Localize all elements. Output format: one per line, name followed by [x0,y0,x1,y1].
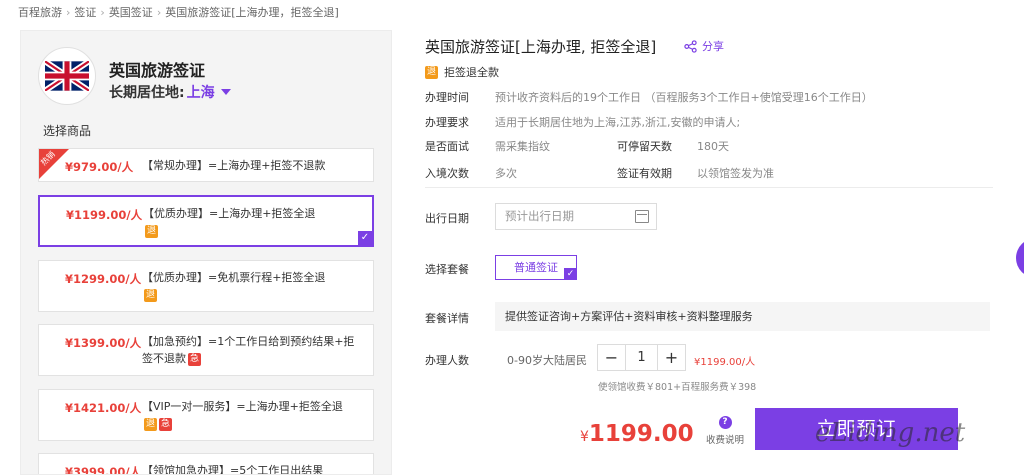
residence-selector[interactable]: 长期居住地: 上海 [109,82,231,102]
option-price: ¥1421.00/人 [65,401,142,415]
info-key: 办理要求 [425,116,469,129]
unit-price: ¥1199.00/人 [694,357,756,368]
chevron-right-icon: › [66,6,71,19]
urgent-tag: 急 [188,352,201,366]
info-value: 以领馆签发为准 [697,167,774,180]
product-option-selected[interactable]: ¥1199.00/人 【优质办理】=上海办理+拒签全退退 ✓ [38,195,374,247]
uk-flag-icon [38,47,96,105]
info-key: 入境次数 [425,167,469,180]
breadcrumb-uk-visa[interactable]: 英国签证 [109,6,153,19]
quantity-stepper: − 1 + [597,344,686,371]
breadcrumb-visa[interactable]: 签证 [74,6,96,19]
people-desc: 0-90岁大陆居民 [507,354,587,367]
refund-text: 拒签退全款 [444,66,499,79]
share-button[interactable]: 分享 [684,38,724,54]
refund-tag: 退 [144,417,157,431]
calendar-icon[interactable] [635,210,649,223]
caret-down-icon[interactable] [220,89,231,95]
option-desc: 【加急预约】=1个工作日给到预约结果+拒签不退款急 [142,333,357,367]
floating-widget[interactable] [1016,238,1024,278]
currency-symbol: ¥ [580,429,589,445]
option-price: ¥1399.00/人 [65,336,142,350]
info-value: 多次 [495,167,517,180]
package-detail-label: 套餐详情 [425,312,469,325]
checkmark-icon: ✓ [358,231,372,245]
package-option-selected[interactable]: 普通签证 ✓ [495,255,577,280]
package-detail: 提供签证咨询+方案评估+资料审核+资料整理服务 [495,302,990,331]
info-key: 办理时间 [425,91,469,104]
chevron-right-icon: › [156,6,162,19]
option-price: ¥1299.00/人 [65,272,142,286]
question-icon: ? [718,416,732,429]
product-option[interactable]: ¥3999.00/人 【领馆加急办理】=5个工作日出结果 [38,453,374,475]
total-amount: 1199.00 [588,421,694,447]
residence-label: 长期居住地: [109,85,185,101]
product-option[interactable]: ¥1421.00/人 【VIP一对一服务】=上海办理+拒签全退退急 [38,389,374,441]
chevron-right-icon: › [100,6,105,19]
product-option[interactable]: 热销 ¥979.00/人 【常规办理】=上海办理+拒签不退款 [38,148,374,182]
refund-tag: 退 [145,224,158,238]
info-value: 适用于长期居住地为上海,江苏,浙江,安徽的申请人; [495,116,741,129]
option-desc: 【优质办理】=上海办理+拒签全退退 [143,205,358,239]
minus-button[interactable]: − [598,345,625,370]
refund-tag: 退 [425,65,438,79]
select-product-label: 选择商品 [43,124,92,138]
fee-breakdown: 使领馆收费￥801+百程服务费￥398 [598,382,757,393]
share-label: 分享 [702,40,724,53]
share-icon [684,39,697,53]
package-option-label: 普通签证 [514,261,558,274]
option-desc-text: 【加急预约】=1个工作日给到预约结果+拒签不退款 [142,335,355,365]
option-desc: 【领馆加急办理】=5个工作日出结果 [142,464,324,475]
urgent-tag: 急 [159,417,172,431]
refund-tag: 退 [144,288,157,302]
watermark: eLiding.net [815,418,966,448]
breadcrumb: 百程旅游 › 签证 › 英国签证 › 英国旅游签证[上海办理，拒签全退] [18,4,339,20]
fee-help-label: 收费说明 [705,435,744,446]
option-price: ¥1199.00/人 [66,208,143,222]
option-desc: 【VIP一对一服务】=上海办理+拒签全退退急 [142,398,357,432]
fee-help-link[interactable]: ? 收费说明 [702,416,748,446]
checkmark-icon: ✓ [564,268,577,280]
info-value: 180天 [697,140,729,153]
product-title: 英国旅游签证 [109,61,206,80]
detail-title: 英国旅游签证[上海办理, 拒签全退] [425,38,657,56]
quantity-input[interactable]: 1 [625,345,658,370]
divider [425,187,993,188]
breadcrumb-current: 英国旅游签证[上海办理，拒签全退] [165,6,339,19]
info-value: 预计收齐资料后的19个工作日 （百程服务3个工作日+使馆受理16个工作日） [495,91,873,104]
total-price: ¥1199.00 [580,421,694,447]
option-desc-text: 【优质办理】=上海办理+拒签全退 [143,207,316,220]
info-value: 需采集指纹 [495,140,550,153]
option-desc-text: 【VIP一对一服务】=上海办理+拒签全退 [142,400,343,413]
info-key: 签证有效期 [617,167,672,180]
info-key: 可停留天数 [617,140,672,153]
option-price: ¥3999.00/人 [65,465,142,475]
breadcrumb-home[interactable]: 百程旅游 [18,6,62,19]
option-desc: 【常规办理】=上海办理+拒签不退款 [142,159,326,172]
option-price: ¥979.00/人 [65,160,134,174]
info-key: 是否面试 [425,140,469,153]
package-label: 选择套餐 [425,263,469,276]
option-desc: 【优质办理】=免机票行程+拒签全退退 [142,269,357,303]
product-selector-panel: 英国旅游签证 长期居住地: 上海 选择商品 热销 ¥979.00/人 【常规办理… [20,30,392,475]
travel-date-input[interactable]: 预计出行日期 [495,203,657,230]
date-label: 出行日期 [425,212,469,225]
refund-policy: 退 拒签退全款 [425,64,499,80]
residence-city[interactable]: 上海 [187,82,215,102]
date-placeholder: 预计出行日期 [505,209,574,223]
product-option[interactable]: ¥1299.00/人 【优质办理】=免机票行程+拒签全退退 [38,260,374,312]
option-desc-text: 【优质办理】=免机票行程+拒签全退 [142,271,326,284]
product-option[interactable]: ¥1399.00/人 【加急预约】=1个工作日给到预约结果+拒签不退款急 [38,324,374,376]
people-label: 办理人数 [425,354,469,367]
plus-button[interactable]: + [658,345,685,370]
